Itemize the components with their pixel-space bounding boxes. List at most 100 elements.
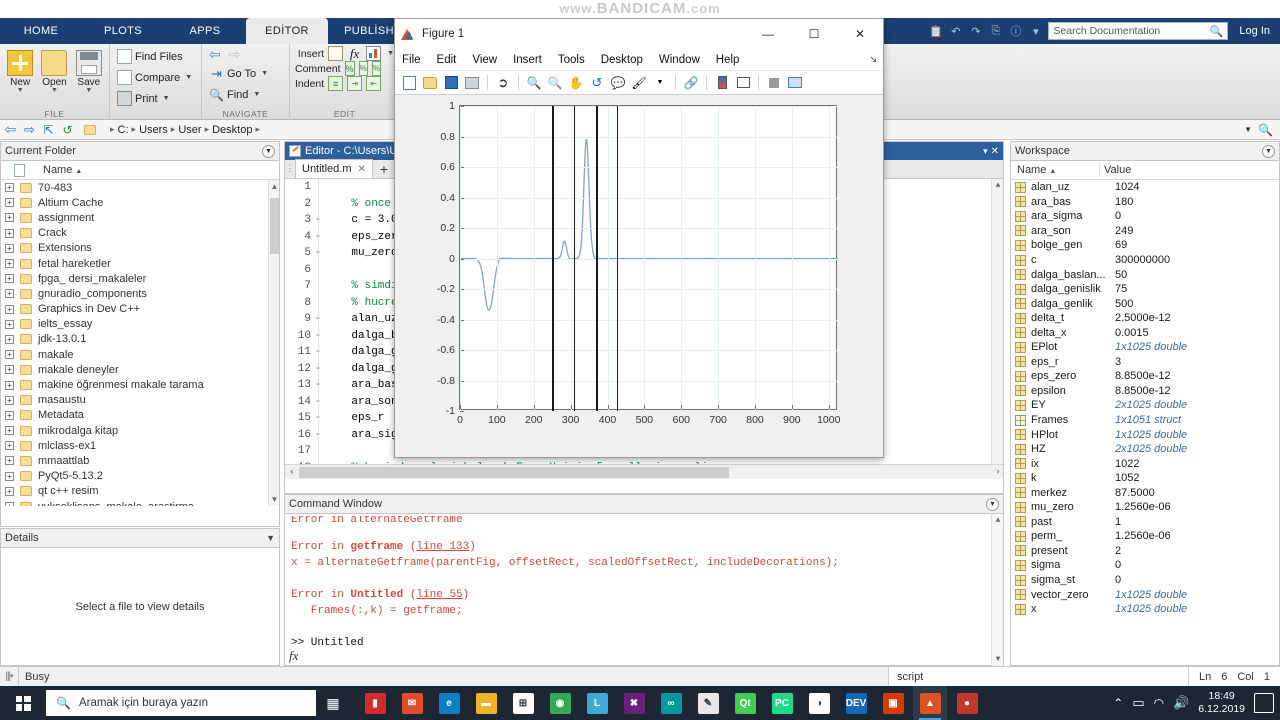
expand-icon[interactable]: + <box>5 259 14 269</box>
tray-expand-icon[interactable]: ⌃ <box>1113 696 1123 710</box>
scroll-right-icon[interactable]: › <box>991 467 1003 477</box>
panel-options-icon[interactable]: ▼ <box>262 144 275 158</box>
expand-icon[interactable]: + <box>5 319 14 329</box>
paste-icon[interactable]: 📋 <box>928 24 943 39</box>
pan-icon[interactable]: ✋ <box>567 74 585 92</box>
compare-button[interactable]: Compare ▼ <box>115 67 194 88</box>
chrome-browser-icon[interactable]: ◉ <box>543 686 577 720</box>
notifications-icon[interactable] <box>1254 693 1274 713</box>
table-row[interactable]: sigma 0 <box>1011 558 1279 573</box>
menu-view[interactable]: View <box>471 54 498 66</box>
list-item[interactable]: +70-483 <box>1 180 279 195</box>
list-item[interactable]: + assignment <box>1 210 279 225</box>
scroll-up-icon[interactable]: ▲ <box>992 179 1003 192</box>
legend-icon[interactable] <box>734 74 752 92</box>
table-row[interactable]: bolge_gen 69 <box>1011 238 1279 253</box>
editor-undock-icon[interactable]: ▾ <box>983 146 988 157</box>
scroll-thumb[interactable] <box>270 198 279 254</box>
table-row[interactable]: mu_zero 1.2560e-06 <box>1011 500 1279 515</box>
comment-percent-icon[interactable]: % <box>344 61 355 76</box>
gitkraken-app-icon[interactable]: ◑ <box>802 686 836 720</box>
wifi-icon[interactable]: ◠ <box>1154 696 1164 710</box>
help-icon[interactable]: ⓘ <box>1008 24 1023 39</box>
list-item[interactable]: + Metadata <box>1 408 279 423</box>
editor-close-icon[interactable]: ✕ <box>991 146 999 157</box>
list-item[interactable]: + Extensions <box>1 241 279 256</box>
documentation-search-input[interactable]: Search Documentation 🔍 <box>1048 22 1229 40</box>
list-item[interactable]: + gnuradio_components <box>1 286 279 301</box>
print-button[interactable]: Print ▼ <box>115 88 172 109</box>
expand-icon[interactable]: + <box>5 410 14 420</box>
chevron-down-icon[interactable]: ▼ <box>253 91 260 98</box>
expand-icon[interactable]: + <box>5 183 14 193</box>
layout-icon[interactable]: ⎘ <box>988 24 1003 39</box>
figure-minimize-button[interactable]: — <box>745 19 791 49</box>
table-row[interactable]: delta_x 0.0015 <box>1011 325 1279 340</box>
arduino-ide-icon[interactable]: ∞ <box>654 686 688 720</box>
redo-icon[interactable]: ↷ <box>968 24 983 39</box>
chevron-down-icon[interactable]: ▼ <box>85 87 92 94</box>
function-browser-icon[interactable]: fx <box>289 648 298 664</box>
show-plot-tools-icon[interactable] <box>786 74 804 92</box>
goto-button[interactable]: ⇥ Go To ▼ <box>207 63 270 84</box>
brush-icon[interactable]: 🖌 <box>630 74 648 92</box>
latex-editor-icon[interactable]: L <box>580 686 614 720</box>
table-row[interactable]: epsilon 8.8500e-12 <box>1011 384 1279 399</box>
tab-home[interactable]: HOME <box>0 18 82 44</box>
menu-help[interactable]: Help <box>715 54 741 66</box>
matlab-app-icon[interactable]: ▲ <box>913 686 947 720</box>
current-folder-list[interactable]: ▲ ▼ +70-483 + Altium Cache + assignment + Crac… <box>1 180 279 506</box>
colorbar-icon[interactable] <box>713 74 731 92</box>
expand-icon[interactable]: + <box>5 380 14 390</box>
list-item[interactable]: + masaustu <box>1 393 279 408</box>
breadcrumb-item-user[interactable]: User <box>178 124 201 136</box>
taskbar-clock[interactable]: 18:49 6.12.2019 <box>1198 690 1245 716</box>
find-button[interactable]: 🔍 Find ▼ <box>207 84 262 105</box>
visual-studio-code-icon[interactable]: ▣ <box>876 686 910 720</box>
expand-icon[interactable]: + <box>5 365 14 375</box>
insert-function-icon[interactable]: fx <box>347 46 362 61</box>
table-row[interactable]: c 300000000 <box>1011 253 1279 268</box>
expand-icon[interactable]: + <box>5 213 14 223</box>
chevron-down-icon[interactable]: ▼ <box>266 533 275 543</box>
editor-vertical-scrollbar[interactable]: ▲ ▼ <box>991 179 1003 479</box>
menu-edit[interactable]: Edit <box>436 54 458 66</box>
list-item[interactable]: + PyQt5-5.13.2 <box>1 469 279 484</box>
table-row[interactable]: x 1x1025 double <box>1011 602 1279 617</box>
list-item[interactable]: + makine öğrenmesi makale tarama <box>1 377 279 392</box>
hide-plot-tools-icon[interactable] <box>765 74 783 92</box>
figure-window[interactable]: Figure 1 — ☐ ✕ File Edit View Insert Too… <box>394 18 884 458</box>
breadcrumb-item-users[interactable]: Users <box>139 124 168 136</box>
nav-back-icon[interactable]: ⇦ <box>3 121 18 137</box>
address-dropdown-icon[interactable]: ▼ <box>1244 125 1252 134</box>
list-item[interactable]: + makale <box>1 347 279 362</box>
insert-section-icon[interactable] <box>328 46 344 61</box>
print-figure-icon[interactable] <box>463 74 481 92</box>
chevron-down-icon[interactable]: ▼ <box>163 95 170 102</box>
panel-options-icon[interactable]: ▼ <box>1262 144 1275 158</box>
expand-icon[interactable]: + <box>5 350 14 360</box>
chevron-down-icon[interactable]: ▼ <box>17 87 24 94</box>
scroll-up-icon[interactable]: ▲ <box>992 514 1003 527</box>
nav-up-icon[interactable]: ⇱ <box>41 122 56 137</box>
table-row[interactable]: vector_zero 1x1025 double <box>1011 587 1279 602</box>
workspace-name-column[interactable]: Name ▲ <box>1011 164 1099 176</box>
new-tab-button[interactable]: + <box>373 159 395 178</box>
dev-cpp-icon[interactable]: DEV <box>839 686 873 720</box>
qt-creator-icon[interactable]: Qt <box>728 686 762 720</box>
close-icon[interactable]: ✕ <box>358 164 366 175</box>
brush-caret-icon[interactable]: ▼ <box>651 74 669 92</box>
pointer-icon[interactable]: ➲ <box>494 74 512 92</box>
error-line-link[interactable]: line 55 <box>416 589 462 601</box>
command-window-scrollbar[interactable]: ▲ ▼ <box>991 514 1003 666</box>
list-item[interactable]: + Graphics in Dev C++ <box>1 302 279 317</box>
list-item[interactable]: + mikrodalga kitap <box>1 423 279 438</box>
list-item[interactable]: + jdk-13.0.1 <box>1 332 279 347</box>
tab-plots[interactable]: PLOTS <box>82 18 164 44</box>
open-figure-icon[interactable] <box>421 74 439 92</box>
table-row[interactable]: ara_bas 180 <box>1011 195 1279 210</box>
list-item[interactable]: + Crack <box>1 226 279 241</box>
figure-maximize-button[interactable]: ☐ <box>791 19 837 49</box>
plot-axes[interactable]: -1 -0.8 -0.6 -0.4 -0.2 0 0.2 0.4 0.6 0.8 1 0 100 200 3… <box>437 100 841 426</box>
open-button[interactable]: Open ▼ <box>39 48 69 94</box>
